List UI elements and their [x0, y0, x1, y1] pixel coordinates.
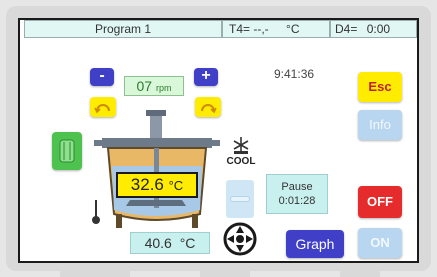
- on-button[interactable]: ON: [358, 228, 402, 258]
- heater-element-icon: [230, 196, 250, 202]
- vessel-temperature-unit: °C: [168, 178, 184, 193]
- speed-increase-label: +: [201, 67, 211, 84]
- vessel-temperature-value: 32.6: [130, 175, 164, 194]
- bezel-tab-right: [340, 265, 380, 277]
- speed-decrease-label: -: [99, 67, 105, 84]
- mixer-vessel-illustration: [94, 110, 220, 228]
- d4-readout: D4= 0:00: [330, 20, 417, 38]
- container-button[interactable]: [52, 132, 82, 170]
- program-label: Program 1: [94, 22, 152, 36]
- pause-time: 0:01:28: [278, 195, 316, 207]
- speed-unit: rpm: [155, 83, 172, 93]
- on-label: ON: [370, 235, 390, 250]
- off-button[interactable]: OFF: [358, 186, 402, 218]
- esc-label: Esc: [368, 79, 392, 94]
- d4-label: D4=: [335, 22, 358, 36]
- bezel-tab-center: [200, 265, 250, 277]
- graph-button[interactable]: Graph: [286, 230, 344, 258]
- off-label: OFF: [367, 194, 393, 209]
- info-button[interactable]: Info: [358, 110, 402, 140]
- d4-value: 0:00: [366, 22, 391, 36]
- heater-indicator: [226, 180, 254, 218]
- esc-button[interactable]: Esc: [358, 72, 402, 102]
- program-selector[interactable]: Program 1: [24, 20, 222, 38]
- cool-label: COOL: [226, 156, 256, 167]
- cool-button[interactable]: COOL: [226, 134, 256, 172]
- t4-value: --,-: [253, 22, 269, 36]
- speed-decrease-button[interactable]: -: [90, 68, 114, 86]
- pause-button[interactable]: Pause 0:01:28: [266, 174, 328, 214]
- temperature-probe-icon: [92, 200, 100, 224]
- t4-readout: T4= --,- °C: [222, 20, 330, 38]
- t4-label: T4=: [229, 22, 251, 36]
- snowflake-fan-icon: [233, 137, 249, 154]
- t4-unit: °C: [286, 22, 300, 36]
- pause-label: Pause: [281, 181, 313, 193]
- probe-temperature-unit: °C: [179, 235, 196, 251]
- container-icon: [59, 139, 75, 163]
- info-label: Info: [369, 117, 391, 132]
- probe-temperature-field: 40.6 °C: [130, 232, 210, 254]
- graph-label: Graph: [295, 236, 335, 252]
- touch-screen: Program 1 T4= --,- °C D4= 0:00 - 07 rpm …: [18, 18, 419, 263]
- probe-temperature-value: 40.6: [144, 235, 172, 251]
- vessel-temperature-readout: 32.6 °C: [116, 172, 198, 198]
- speed-increase-button[interactable]: +: [194, 68, 218, 86]
- speed-field[interactable]: 07 rpm: [124, 76, 184, 96]
- bezel-tab-left: [60, 265, 130, 277]
- steering-wheel-icon[interactable]: [220, 220, 260, 258]
- clock: 9:41:36: [274, 67, 315, 81]
- speed-value: 07: [136, 78, 153, 94]
